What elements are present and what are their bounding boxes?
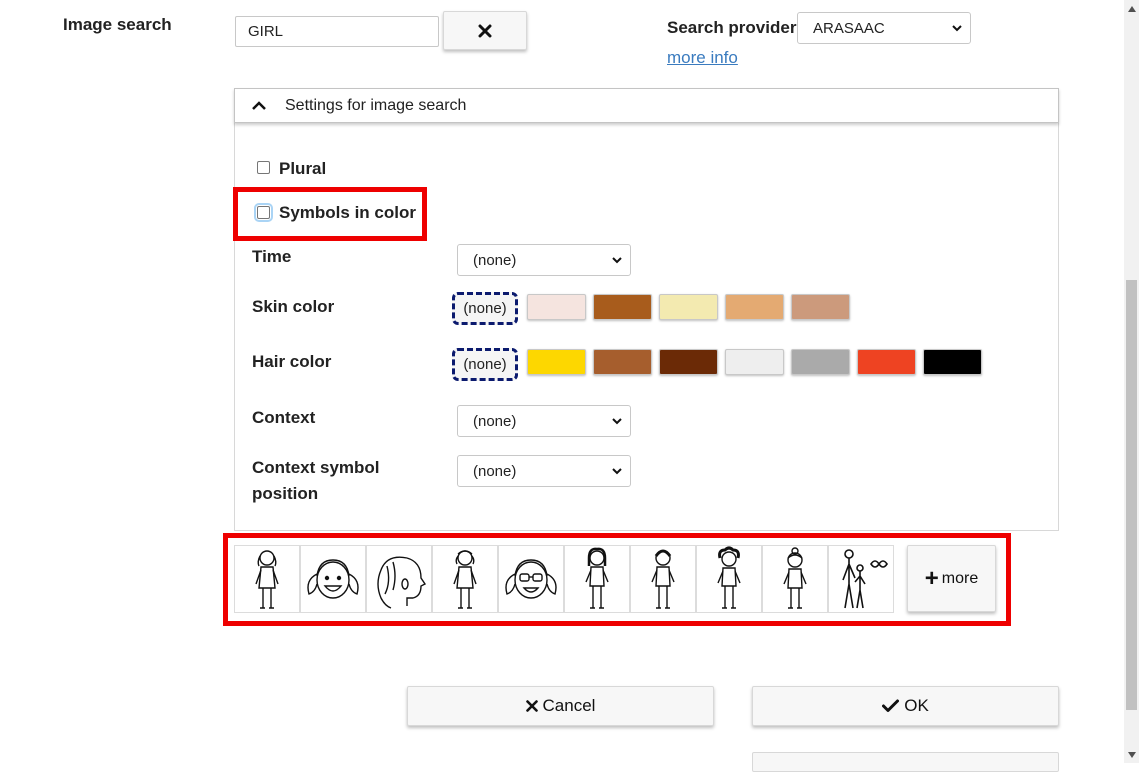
hair-color-swatch-2[interactable] [593,349,652,375]
cancel-button[interactable]: Cancel [407,686,714,726]
symbols-in-color-checkbox[interactable] [254,203,273,222]
ok-button[interactable]: OK [752,686,1059,726]
search-provider-select[interactable]: ARASAAC [797,12,971,44]
result-symbol-9[interactable] [762,545,828,613]
skin-color-swatch-5[interactable] [791,294,850,320]
girl-symbol-icon [783,547,807,609]
girl-symbol-icon [453,550,477,609]
scroll-up-button[interactable] [1124,0,1139,17]
more-results-button[interactable]: + more [907,545,996,612]
context-position-label-line2: position [252,484,319,503]
chevron-down-icon [612,468,622,475]
girl-glasses-icon [505,559,557,599]
girl-symbol-icon [717,546,741,609]
girl-symbol-icon [651,549,675,609]
girl-symbol-icon [255,550,279,609]
girl-face-icon [307,559,359,599]
context-position-value: (none) [473,462,517,480]
clear-search-button[interactable] [443,11,527,50]
chevron-up-icon [252,100,266,110]
ok-label: OK [904,696,929,715]
hair-color-swatch-6[interactable] [857,349,916,375]
result-symbol-4[interactable] [432,545,498,613]
result-symbol-6[interactable] [564,545,630,613]
chevron-down-icon [612,257,622,264]
hair-color-label: Hair color [252,352,332,371]
settings-panel-title: Settings for image search [285,96,467,114]
result-symbol-7[interactable] [630,545,696,613]
symbols-in-color-label: Symbols in color [279,203,416,222]
time-label: Time [252,247,292,266]
hair-color-none-label: (none) [463,356,507,373]
more-results-label: more [941,569,979,587]
triangle-up-icon [1127,5,1136,12]
x-icon [478,24,492,37]
skin-color-swatch-3[interactable] [659,294,718,320]
context-position-select[interactable]: (none) [457,455,631,487]
scroll-down-button[interactable] [1124,746,1139,763]
image-search-input[interactable] [235,16,439,47]
skin-color-none-label: (none) [463,300,507,317]
skin-color-none[interactable]: (none) [452,292,518,325]
result-symbol-10[interactable] [828,545,894,613]
skin-color-swatch-1[interactable] [527,294,586,320]
check-icon [882,699,900,712]
hair-color-swatch-4[interactable] [725,349,784,375]
result-symbol-1[interactable] [234,545,300,613]
time-value: (none) [473,251,517,269]
x-icon [525,700,538,712]
search-provider-label: Search provider [667,18,797,37]
result-symbol-2[interactable] [300,545,366,613]
plural-label: Plural [279,159,327,178]
skin-color-label: Skin color [252,297,335,316]
skin-color-swatch-2[interactable] [593,294,652,320]
context-value: (none) [473,412,517,430]
context-position-label-line1: Context symbol [252,458,380,477]
people-infinity-icon [842,549,888,609]
result-symbol-5[interactable] [498,545,564,613]
more-info-link[interactable]: more info [667,48,738,68]
plus-icon: + [924,564,939,592]
girl-symbol-icon [585,547,609,609]
plural-checkbox[interactable] [257,161,270,174]
image-search-label: Image search [63,15,172,34]
settings-panel-header[interactable]: Settings for image search [234,88,1059,123]
hair-color-swatch-5[interactable] [791,349,850,375]
context-select[interactable]: (none) [457,405,631,437]
chevron-down-icon [952,25,962,32]
cancel-label: Cancel [542,696,596,715]
search-provider-value: ARASAAC [813,19,885,37]
hair-color-swatch-3[interactable] [659,349,718,375]
partial-button[interactable] [752,752,1059,772]
scrollbar-thumb[interactable] [1126,280,1137,710]
result-symbol-8[interactable] [696,545,762,613]
hair-color-swatch-7[interactable] [923,349,982,375]
context-label: Context [252,408,316,427]
triangle-down-icon [1127,751,1136,758]
head-profile-icon [377,556,427,609]
result-symbol-3[interactable] [366,545,432,613]
hair-color-swatch-1[interactable] [527,349,586,375]
skin-color-swatch-4[interactable] [725,294,784,320]
hair-color-none[interactable]: (none) [452,348,518,381]
chevron-down-icon [612,418,622,425]
time-select[interactable]: (none) [457,244,631,276]
